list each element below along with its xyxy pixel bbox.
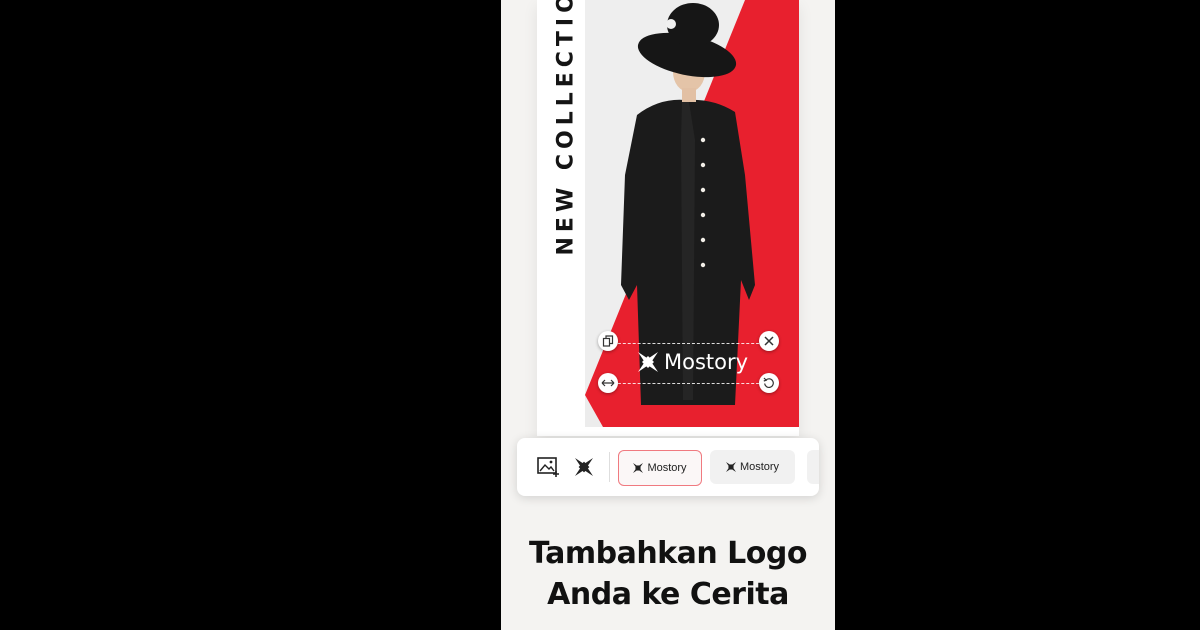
add-image-button[interactable]	[535, 453, 563, 481]
logo-option[interactable]: Mostory	[710, 450, 795, 484]
caption-line-2: Anda ke Cerita	[547, 577, 789, 612]
rotate-icon[interactable]	[759, 373, 779, 393]
logo-option-partial[interactable]	[807, 450, 819, 484]
promo-caption: Tambahkan Logo Anda ke Cerita	[501, 533, 835, 615]
logo-overlay[interactable]: Mostory	[598, 331, 779, 393]
caption-line-1: Tambahkan Logo	[529, 536, 808, 571]
mostory-logo-icon	[638, 352, 658, 372]
copy-icon[interactable]	[598, 331, 618, 351]
logo-text: Mostory	[664, 350, 749, 374]
toolbar-divider	[609, 452, 610, 482]
image-plus-icon	[537, 457, 559, 477]
mostory-logo-icon	[575, 458, 593, 476]
resize-horizontal-icon[interactable]	[598, 373, 618, 393]
selection-top-border	[608, 343, 769, 344]
selection-bottom-border	[608, 383, 769, 384]
logo-button[interactable]	[570, 453, 598, 481]
mostory-logo-icon	[633, 463, 644, 473]
story-vertical-title: NEW COLLECTION	[553, 0, 576, 256]
logo-toolbar: Mostory Mostory	[517, 438, 819, 496]
close-icon[interactable]	[759, 331, 779, 351]
mostory-logo-icon	[725, 462, 736, 472]
logo-option-label: Mostory	[739, 461, 780, 473]
logo-mark: Mostory	[638, 350, 748, 374]
logo-option-label: Mostory	[647, 462, 687, 474]
logo-option-selected[interactable]: Mostory	[618, 450, 702, 486]
